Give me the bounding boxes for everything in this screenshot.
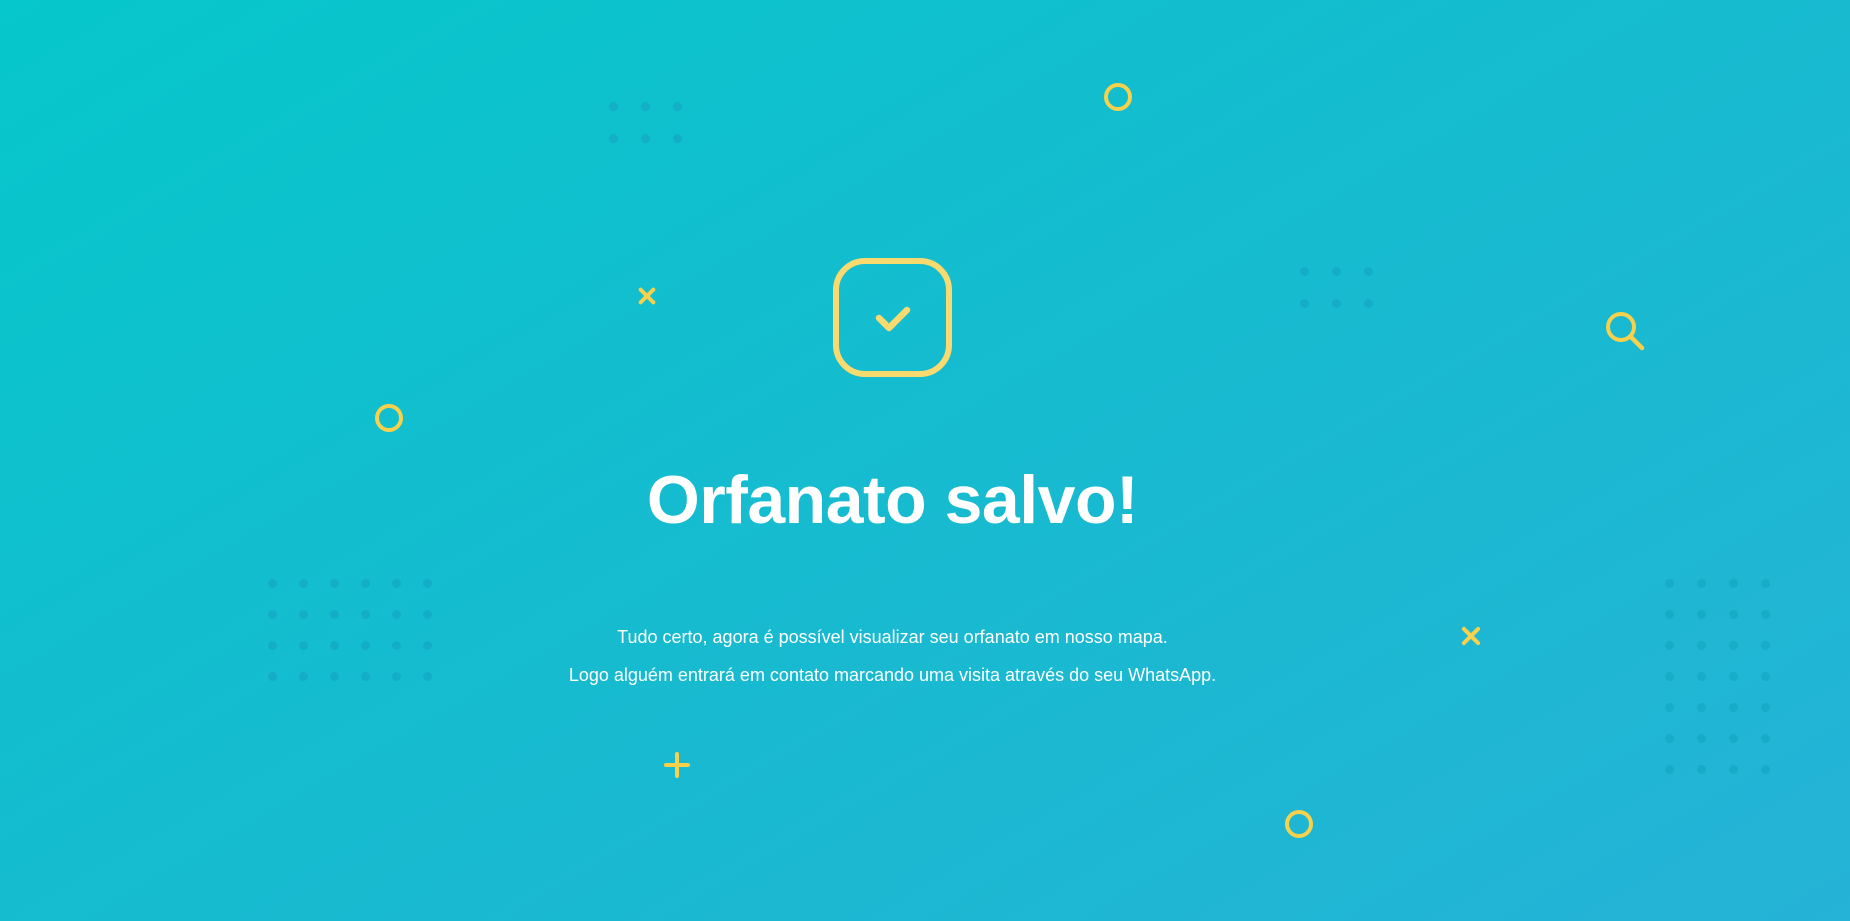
page-title: Orfanato salvo!: [646, 462, 1139, 538]
x-icon: [636, 285, 658, 307]
circle-icon: [375, 404, 403, 432]
confirmation-message: Tudo certo, agora é possível visualizar …: [0, 618, 1785, 694]
dot-pattern: [1300, 267, 1396, 308]
circle-icon: [1285, 810, 1313, 838]
success-icon-frame: [833, 258, 952, 377]
checkmark-icon: [875, 306, 910, 331]
circle-icon: [1104, 83, 1132, 111]
dot-pattern: [609, 102, 705, 143]
message-line: Logo alguém entrará em contato marcando …: [568, 665, 1217, 685]
message-line: Tudo certo, agora é possível visualizar …: [617, 627, 1168, 647]
plus-icon: [664, 752, 690, 778]
magnifier-icon: [1606, 312, 1645, 351]
